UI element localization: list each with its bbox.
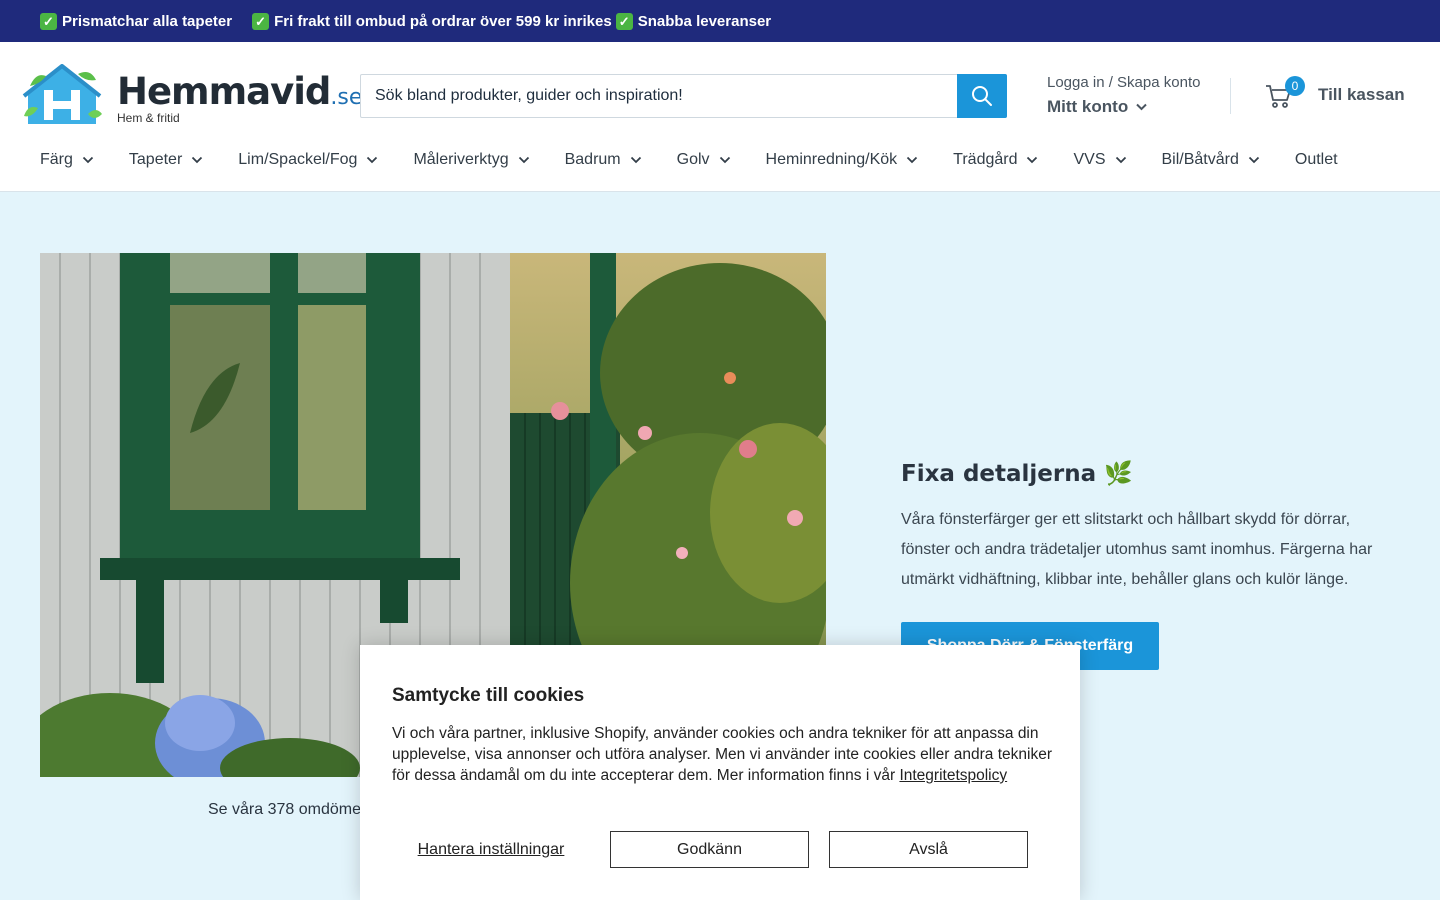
decline-cookies-button[interactable]: Avslå: [829, 831, 1028, 868]
manage-settings-button[interactable]: Hantera inställningar: [392, 831, 590, 868]
chevron-down-icon: [192, 156, 203, 164]
header-divider: [1230, 78, 1231, 114]
chevron-down-icon: [367, 156, 378, 164]
chevron-down-icon: [719, 156, 730, 164]
search-bar: [360, 74, 1007, 118]
chevron-down-icon: [1115, 156, 1126, 164]
announcement-item: ✓ Fri frakt till ombud på ordrar över 599…: [252, 12, 612, 30]
logo-wordmark: Hemmavid.se: [117, 70, 363, 113]
cart-count-badge: 0: [1285, 76, 1305, 96]
accept-cookies-button[interactable]: Godkänn: [610, 831, 809, 868]
cart-button[interactable]: 0 Till kassan: [1264, 76, 1405, 110]
reviews-link[interactable]: Se våra 378 omdöme: [208, 801, 361, 819]
announcement-bar: ✓ Prismatchar alla tapeter ✓ Fri frakt til…: [0, 0, 1440, 42]
checkout-label: Till kassan: [1318, 85, 1405, 104]
nav-item-tradgard[interactable]: Trädgård: [953, 150, 1038, 170]
nav-item-vvs[interactable]: VVS: [1073, 150, 1126, 170]
chevron-down-icon: [907, 156, 918, 164]
logo-tagline: Hem & fritid: [117, 111, 180, 125]
search-input[interactable]: [361, 75, 958, 117]
nav-item-heminredning-kok[interactable]: Heminredning/Kök: [766, 150, 919, 170]
chevron-down-icon: [1027, 156, 1038, 164]
nav-item-maleriverktyg[interactable]: Måleriverktyg: [413, 150, 529, 170]
chevron-down-icon: [518, 156, 529, 164]
site-logo[interactable]: Hemmavid.se Hem & fritid: [22, 64, 362, 130]
chevron-down-icon: [1248, 156, 1260, 164]
my-account-dropdown[interactable]: Mitt konto: [1047, 97, 1217, 117]
login-link[interactable]: Logga in / Skapa konto: [1047, 74, 1217, 91]
hero-title: Fixa detaljerna 🌿: [901, 461, 1133, 487]
check-mark-icon: ✓: [252, 12, 270, 30]
check-mark-icon: ✓: [40, 12, 57, 30]
nav-item-bil-batvard[interactable]: Bil/Båtvård: [1162, 150, 1260, 170]
nav-item-badrum[interactable]: Badrum: [565, 150, 642, 170]
hero-description: Våra fönsterfärger ger ett slitstarkt oc…: [901, 511, 1373, 588]
chevron-down-icon: [82, 156, 94, 164]
my-account-label: Mitt konto: [1047, 97, 1129, 116]
search-icon: [972, 86, 992, 106]
chevron-down-icon: [1136, 103, 1147, 111]
account-menu[interactable]: Logga in / Skapa konto Mitt konto: [1047, 74, 1217, 117]
nav-item-outlet[interactable]: Outlet: [1295, 150, 1338, 170]
search-button[interactable]: [957, 74, 1007, 118]
site-header: Hemmavid.se Hem & fritid Logga in / Skap…: [0, 42, 1440, 192]
cart-icon: 0: [1264, 76, 1305, 110]
chevron-down-icon: [630, 156, 641, 164]
cookie-title: Samtycke till cookies: [392, 685, 585, 706]
nav-item-farg[interactable]: Färg: [40, 150, 94, 170]
privacy-policy-link[interactable]: Integritetspolicy: [899, 767, 1007, 784]
nav-item-tapeter[interactable]: Tapeter: [129, 150, 203, 170]
main-navigation: Färg Tapeter Lim/Spackel/Fog Måleriverkt…: [40, 150, 1373, 170]
cookie-body: Vi och våra partner, inklusive Shopify, …: [392, 723, 1052, 786]
nav-item-golv[interactable]: Golv: [677, 150, 731, 170]
check-mark-icon: ✓: [615, 12, 633, 30]
announcement-item: ✓ Snabba leveranser: [615, 12, 771, 30]
house-logo-icon: [22, 64, 102, 124]
cookie-consent-dialog: Samtycke till cookies Vi och våra partne…: [360, 645, 1080, 900]
announcement-item: ✓ Prismatchar alla tapeter: [40, 12, 232, 30]
nav-item-lim-spackel-fog[interactable]: Lim/Spackel/Fog: [238, 150, 378, 170]
